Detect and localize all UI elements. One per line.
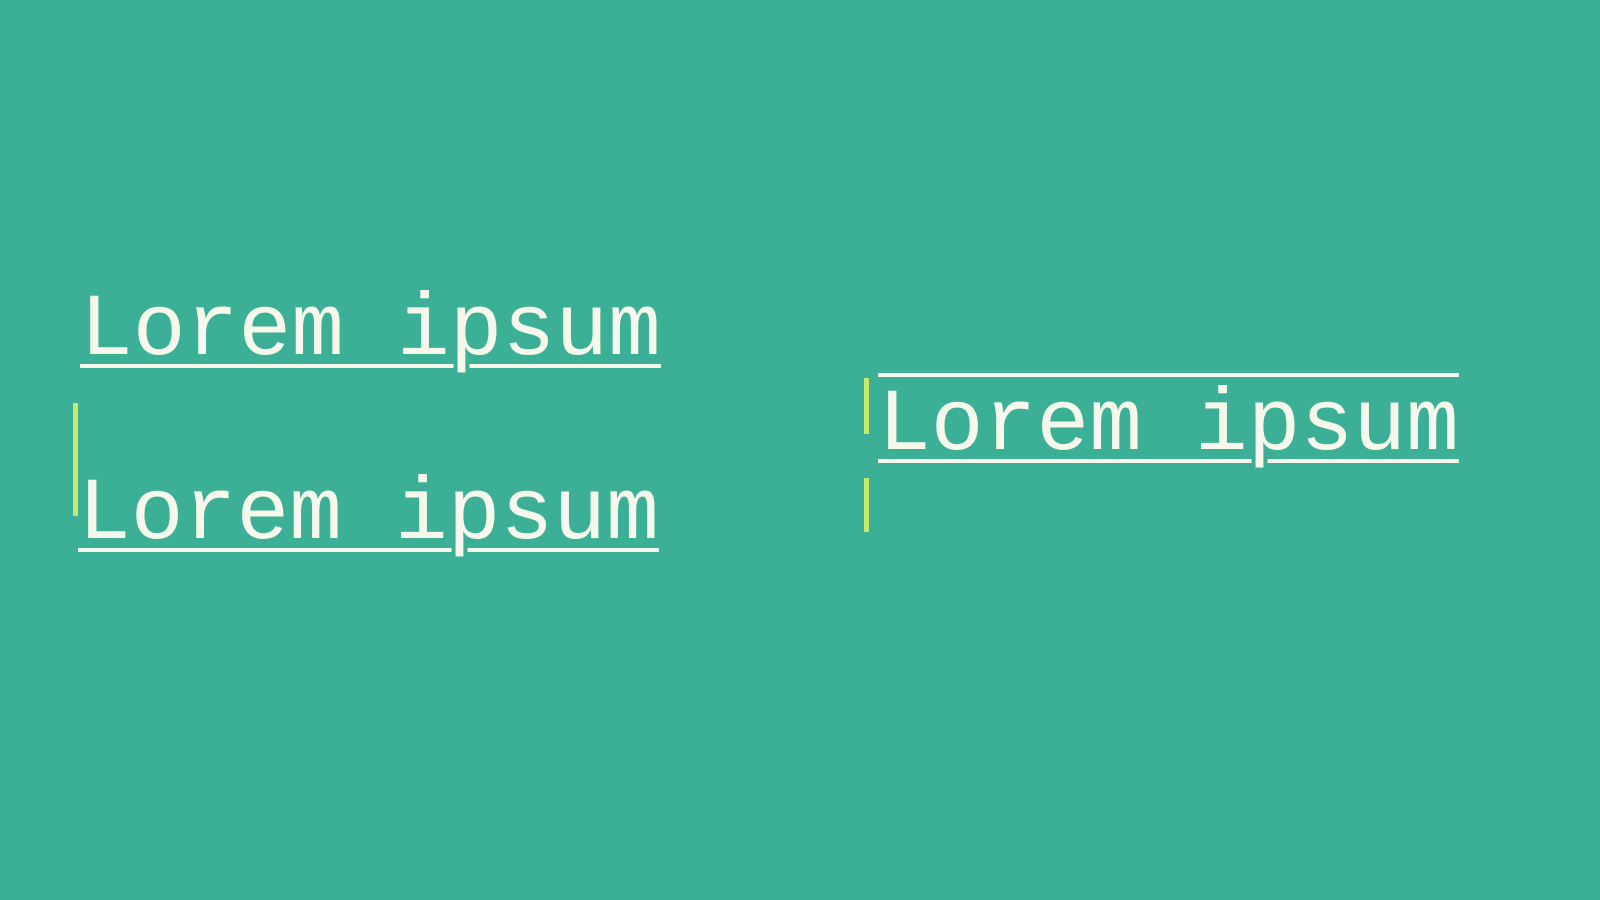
caret-right-bottom — [864, 478, 869, 532]
caret-left — [73, 403, 78, 516]
caret-right-top — [864, 378, 869, 434]
text-item-1: Lorem ipsum — [80, 282, 661, 381]
text-item-3: Lorem ipsum — [878, 377, 1459, 476]
text-item-2: Lorem ipsum — [78, 466, 659, 565]
